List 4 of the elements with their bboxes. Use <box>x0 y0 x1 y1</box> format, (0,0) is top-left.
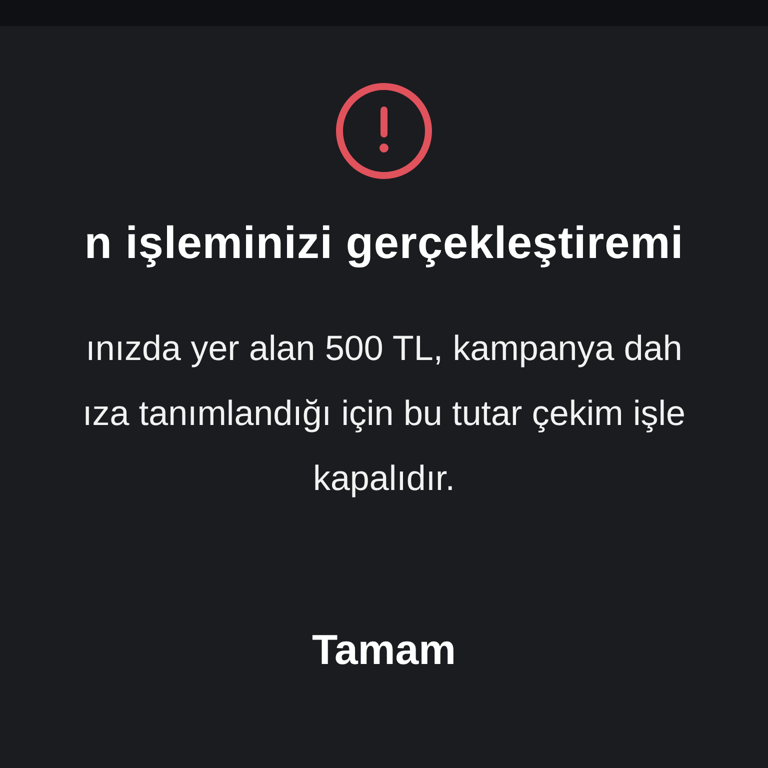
ok-button[interactable]: Tamam <box>292 620 476 680</box>
message-text: ınızda yer alan 500 TL, kampanya dah ıza tanımlandığı için bu tutar çekim işle kapalıdır. <box>82 328 686 500</box>
dialog-title: n işleminizi gerçekleştiremi <box>84 216 684 270</box>
alert-icon <box>336 83 432 179</box>
